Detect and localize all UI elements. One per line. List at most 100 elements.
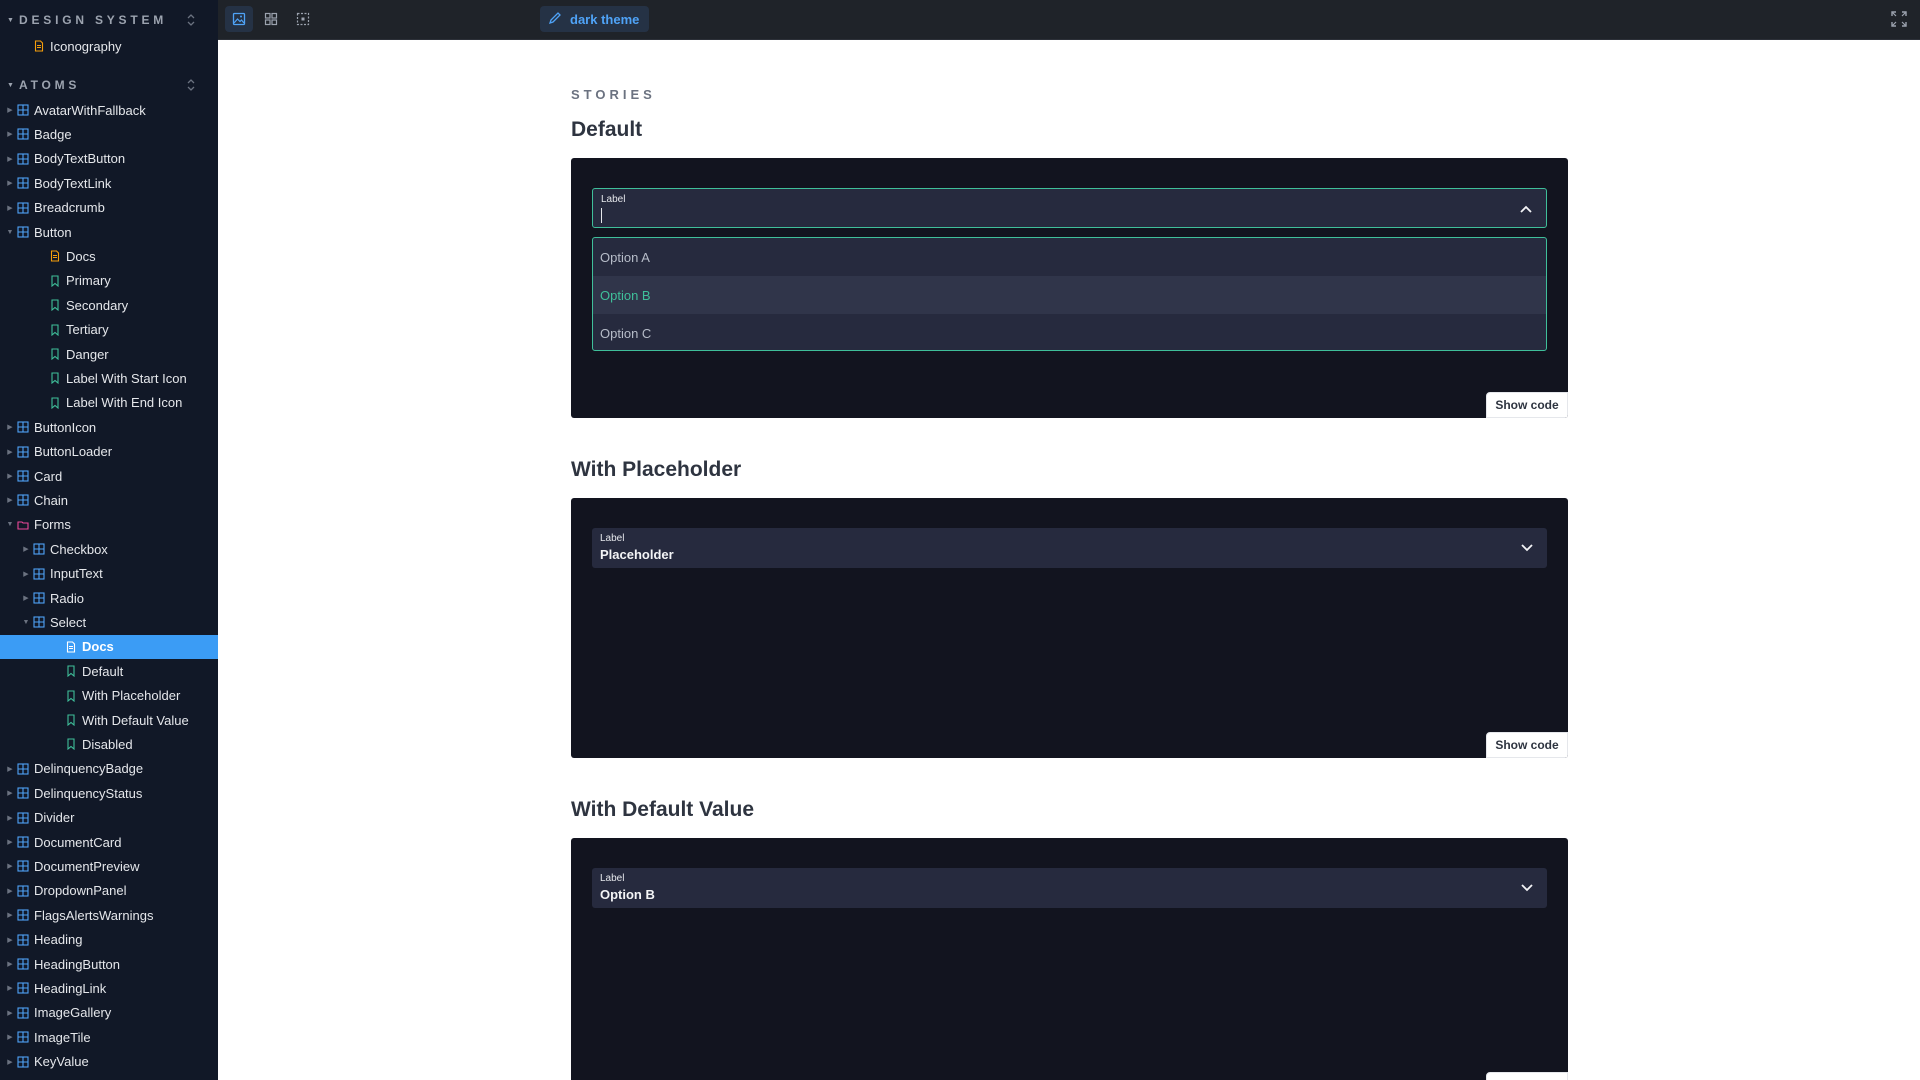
component-icon: [33, 568, 45, 580]
caret-right-icon[interactable]: ▶: [6, 130, 14, 138]
image-icon[interactable]: [225, 6, 253, 32]
sidebar-item-keyvalue[interactable]: ▶ KeyValue: [0, 1050, 218, 1074]
sidebar-item-label: Disabled: [82, 736, 133, 752]
show-code-button[interactable]: Show code: [1486, 392, 1568, 418]
caret-right-icon[interactable]: ▶: [6, 984, 14, 992]
caret-down-icon[interactable]: ▼: [6, 229, 14, 236]
sidebar-item-flagsalertswarnings[interactable]: ▶ FlagsAlertsWarnings: [0, 903, 218, 927]
chevron-down-icon[interactable]: [1519, 540, 1535, 556]
caret-right-icon[interactable]: ▶: [6, 106, 14, 114]
caret-right-icon[interactable]: ▶: [6, 838, 14, 846]
sidebar-item-select[interactable]: ▼ Select: [0, 610, 218, 634]
sidebar-item-label-with-end-icon[interactable]: Label With End Icon: [0, 391, 218, 415]
fullscreen-icon[interactable]: [1890, 10, 1908, 28]
sidebar-item-radio[interactable]: ▶ Radio: [0, 586, 218, 610]
expand-collapse-icon[interactable]: [186, 13, 196, 27]
sidebar-item-headinglink[interactable]: ▶ HeadingLink: [0, 976, 218, 1000]
sidebar-item-documentpreview[interactable]: ▶ DocumentPreview: [0, 854, 218, 878]
caret-right-icon[interactable]: ▶: [6, 179, 14, 187]
caret-right-icon[interactable]: ▶: [6, 960, 14, 968]
caret-right-icon[interactable]: ▶: [22, 545, 30, 553]
caret-right-icon[interactable]: ▶: [6, 1009, 14, 1017]
sidebar-item-dropdownpanel[interactable]: ▶ DropdownPanel: [0, 879, 218, 903]
sidebar-item-secondary[interactable]: Secondary: [0, 293, 218, 317]
sidebar-item-with-placeholder[interactable]: With Placeholder: [0, 684, 218, 708]
caret-right-icon[interactable]: ▶: [6, 472, 14, 480]
sidebar-item-forms[interactable]: ▼ Forms: [0, 513, 218, 537]
sidebar-item-button[interactable]: ▼ Button: [0, 220, 218, 244]
theme-toggle-button[interactable]: dark theme: [540, 6, 650, 32]
grid-icon[interactable]: [257, 6, 285, 32]
sidebar-item-breadcrumb[interactable]: ▶ Breadcrumb: [0, 196, 218, 220]
component-icon: [17, 128, 29, 140]
caret-right-icon[interactable]: ▶: [6, 789, 14, 797]
sidebar-item-divider[interactable]: ▶ Divider: [0, 806, 218, 830]
component-icon: [17, 202, 29, 214]
caret-right-icon[interactable]: ▶: [6, 155, 14, 163]
caret-right-icon[interactable]: ▶: [6, 496, 14, 504]
section-header-design-system[interactable]: ▼ DESIGN SYSTEM: [0, 10, 218, 30]
sidebar-item-headingbutton[interactable]: ▶ HeadingButton: [0, 952, 218, 976]
select-option-highlighted[interactable]: Option B: [593, 276, 1546, 314]
sidebar-item-tertiary[interactable]: Tertiary: [0, 318, 218, 342]
select-field[interactable]: Label Option B: [592, 868, 1547, 908]
caret-right-icon[interactable]: ▶: [6, 887, 14, 895]
sidebar-item-with-default-value[interactable]: With Default Value: [0, 708, 218, 732]
caret-right-icon[interactable]: ▶: [22, 570, 30, 578]
show-code-button[interactable]: Show code: [1486, 732, 1568, 758]
select-field[interactable]: Label Placeholder: [592, 528, 1547, 568]
sidebar-item-primary[interactable]: Primary: [0, 269, 218, 293]
caret-right-icon[interactable]: ▶: [6, 1058, 14, 1066]
sidebar-item-delinquencybadge[interactable]: ▶ DelinquencyBadge: [0, 757, 218, 781]
expand-collapse-icon[interactable]: [186, 78, 196, 92]
sidebar-item-delinquencystatus[interactable]: ▶ DelinquencyStatus: [0, 781, 218, 805]
section-title: DESIGN SYSTEM: [19, 13, 168, 27]
sidebar-item-label-with-start-icon[interactable]: Label With Start Icon: [0, 366, 218, 390]
sidebar-item-badge[interactable]: ▶ Badge: [0, 122, 218, 146]
sidebar-item-buttonicon[interactable]: ▶ ButtonIcon: [0, 415, 218, 439]
doc-icon: [49, 250, 61, 262]
sidebar-item-danger[interactable]: Danger: [0, 342, 218, 366]
show-code-button[interactable]: Show code: [1486, 1072, 1568, 1080]
sidebar-item-avatarwithfallback[interactable]: ▶ AvatarWithFallback: [0, 98, 218, 122]
sidebar-item-label: Radio: [50, 590, 84, 606]
sidebar-item-docs[interactable]: Docs: [0, 244, 218, 268]
sidebar-item-card[interactable]: ▶ Card: [0, 464, 218, 488]
caret-down-icon[interactable]: ▼: [6, 521, 14, 528]
select-label: Label: [601, 194, 626, 205]
sidebar-item-default[interactable]: Default: [0, 659, 218, 683]
sidebar-item-label: KeyValue: [34, 1054, 89, 1070]
sidebar-item-disabled[interactable]: Disabled: [0, 732, 218, 756]
sidebar-item-inputtext[interactable]: ▶ InputText: [0, 562, 218, 586]
sidebar-item-imagegallery[interactable]: ▶ ImageGallery: [0, 1001, 218, 1025]
caret-down-icon[interactable]: ▼: [22, 619, 30, 626]
select-field[interactable]: Label: [592, 188, 1547, 228]
caret-right-icon[interactable]: ▶: [6, 862, 14, 870]
sidebar-item-label: Secondary: [66, 297, 129, 313]
chevron-down-icon[interactable]: [1519, 880, 1535, 896]
outline-icon[interactable]: [289, 6, 317, 32]
caret-right-icon[interactable]: ▶: [6, 448, 14, 456]
sidebar-item-heading[interactable]: ▶ Heading: [0, 928, 218, 952]
sidebar-item-checkbox[interactable]: ▶ Checkbox: [0, 537, 218, 561]
caret-right-icon[interactable]: ▶: [6, 936, 14, 944]
sidebar-item-bodytextlink[interactable]: ▶ BodyTextLink: [0, 171, 218, 195]
sidebar-item-iconography[interactable]: Iconography: [0, 34, 218, 58]
caret-right-icon[interactable]: ▶: [6, 765, 14, 773]
caret-right-icon[interactable]: ▶: [6, 423, 14, 431]
sidebar-item-chain[interactable]: ▶ Chain: [0, 488, 218, 512]
select-option[interactable]: Option A: [593, 238, 1546, 276]
sidebar-item-buttonloader[interactable]: ▶ ButtonLoader: [0, 440, 218, 464]
caret-right-icon[interactable]: ▶: [6, 911, 14, 919]
caret-right-icon[interactable]: ▶: [6, 204, 14, 212]
caret-right-icon[interactable]: ▶: [6, 814, 14, 822]
chevron-up-icon[interactable]: [1518, 201, 1534, 217]
select-option[interactable]: Option C: [593, 314, 1546, 350]
caret-right-icon[interactable]: ▶: [6, 1033, 14, 1041]
sidebar-item-documentcard[interactable]: ▶ DocumentCard: [0, 830, 218, 854]
caret-right-icon[interactable]: ▶: [22, 594, 30, 602]
sidebar-item-bodytextbutton[interactable]: ▶ BodyTextButton: [0, 147, 218, 171]
section-header-atoms[interactable]: ▼ ATOMS: [0, 75, 218, 95]
sidebar-item-docs[interactable]: Docs: [0, 634, 218, 659]
sidebar-item-imagetile[interactable]: ▶ ImageTile: [0, 1025, 218, 1049]
